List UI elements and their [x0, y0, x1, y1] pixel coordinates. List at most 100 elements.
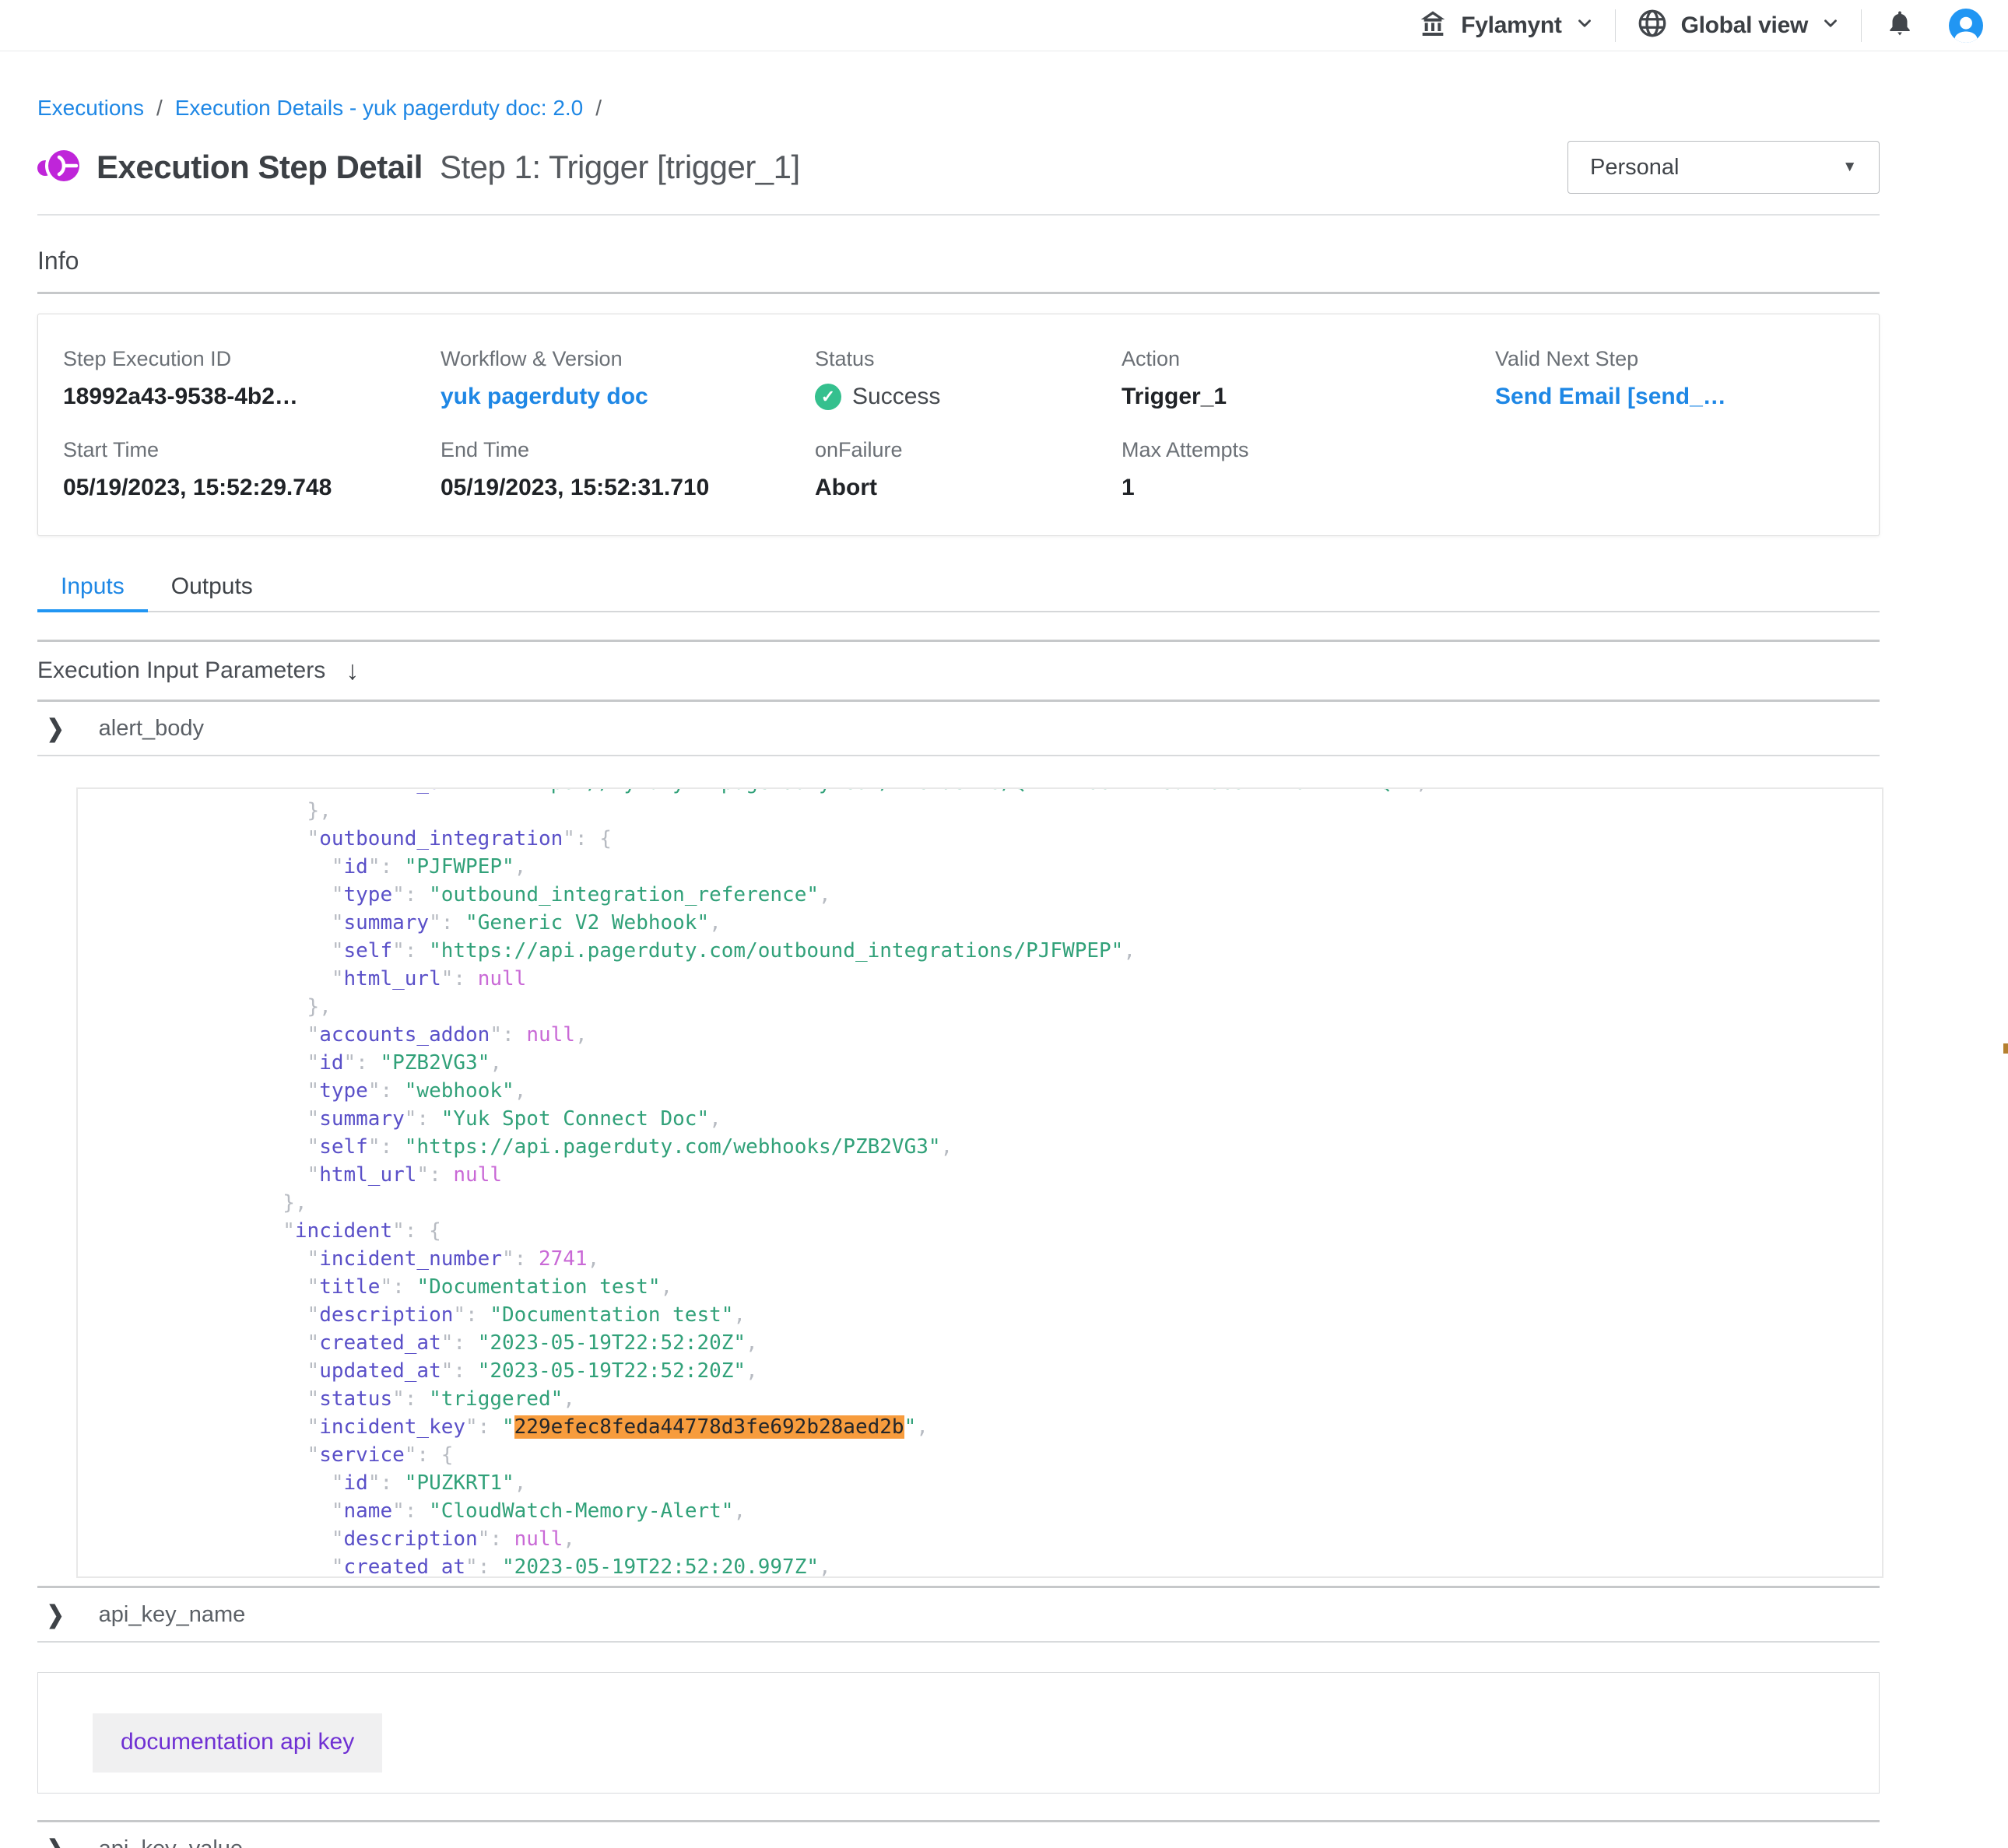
page-body: Executions / Execution Details - yuk pag… [0, 95, 2008, 1848]
workflow-brand-icon [37, 148, 81, 187]
code-line: "id": "PUZKRT1", [185, 1469, 1882, 1497]
code-line: "summary": "Yuk Spot Connect Doc", [185, 1105, 1882, 1133]
chevron-right-icon: ❯ [47, 1835, 65, 1848]
page-title: Execution Step Detail [97, 149, 423, 186]
info-card: Step Execution ID 18992a43-9538-4b2…Workf… [37, 314, 1880, 536]
param-name: alert_body [99, 716, 204, 742]
chevron-right-icon: ❯ [47, 714, 65, 742]
param-row-api-key-value[interactable]: ❯ api_key_value [37, 1822, 1880, 1848]
info-field: ActionTrigger_1 [1122, 347, 1495, 410]
field-value: 18992a43-9538-4b2… [63, 384, 441, 410]
breadcrumb-link-execution-details[interactable]: Execution Details - yuk pagerduty doc: 2… [175, 95, 584, 121]
code-line: "created_at": "2023-05-19T22:52:20.997Z"… [185, 1553, 1882, 1578]
code-line: "title": "Documentation test", [185, 1273, 1882, 1301]
code-line: "summary": "Generic V2 Webhook", [185, 909, 1882, 937]
breadcrumb: Executions / Execution Details - yuk pag… [37, 95, 1880, 121]
info-heading: Info [37, 245, 1880, 276]
tab-bar: InputsOutputs [37, 573, 1880, 612]
info-field: Status ✓Success [815, 347, 1122, 410]
view-label: Global view [1681, 12, 1808, 39]
divider [37, 214, 1880, 216]
info-field: End Time05/19/2023, 15:52:31.710 [441, 438, 815, 501]
field-value-link[interactable]: yuk pagerduty doc [441, 384, 815, 410]
tab-inputs[interactable]: Inputs [37, 573, 148, 611]
chevron-right-icon: ❯ [47, 1601, 65, 1629]
caret-down-icon: ▼ [1842, 159, 1857, 176]
chevron-down-icon [1820, 13, 1841, 37]
field-value-link[interactable]: Send Email [send_… [1495, 384, 1855, 410]
info-field: Workflow & Version yuk pagerduty doc [441, 347, 815, 410]
code-line: "html_url": null [185, 1161, 1882, 1189]
code-line: "description": null, [185, 1525, 1882, 1553]
divider [37, 755, 1880, 756]
code-content: "html_url": "https://fylamynt.pagerduty.… [78, 787, 1882, 1578]
code-line: }, [185, 1189, 1882, 1217]
bell-icon [1885, 8, 1915, 43]
code-line: "incident": { [185, 1217, 1882, 1245]
breadcrumb-separator: / [595, 95, 602, 121]
field-label: Step Execution ID [63, 347, 441, 371]
code-line: "type": "webhook", [185, 1077, 1882, 1105]
info-field: Max Attempts 1 [1122, 438, 1495, 501]
param-name: api_key_name [99, 1602, 246, 1628]
field-value: 05/19/2023, 15:52:29.748 [63, 475, 441, 501]
top-bar: Fylamynt Global view [0, 0, 2008, 51]
info-field: Start Time 05/19/2023, 15:52:29.748 [63, 438, 441, 501]
code-line: "html_url": "https://fylamynt.pagerduty.… [185, 787, 1882, 797]
user-avatar[interactable] [1949, 9, 1983, 43]
field-value: ✓Success [815, 384, 1122, 410]
api-key-name-value-box: documentation api key [37, 1672, 1880, 1794]
code-line: "self": "https://api.pagerduty.com/webho… [185, 1133, 1882, 1161]
param-name: api_key_value [99, 1836, 243, 1848]
code-line: "self": "https://api.pagerduty.com/outbo… [185, 937, 1882, 965]
alert-body-json-viewer[interactable]: "html_url": "https://fylamynt.pagerduty.… [76, 787, 1883, 1578]
params-header-title: Execution Input Parameters [37, 657, 325, 684]
code-line: "service": { [185, 1441, 1882, 1469]
breadcrumb-link-executions[interactable]: Executions [37, 95, 144, 121]
field-label: Workflow & Version [441, 347, 815, 371]
field-label: Status [815, 347, 1122, 371]
code-line: "incident_number": 2741, [185, 1245, 1882, 1273]
code-line: "type": "outbound_integration_reference"… [185, 881, 1882, 909]
search-highlight: 229efec8feda44778d3fe692b28aed2b [514, 1415, 904, 1439]
api-key-name-chip: documentation api key [93, 1713, 382, 1773]
code-line: "description": "Documentation test", [185, 1301, 1882, 1329]
divider [37, 292, 1880, 294]
download-arrow-icon[interactable]: ↓ [346, 656, 359, 686]
code-line: }, [185, 993, 1882, 1021]
divider [37, 1641, 1880, 1643]
param-row-api-key-name[interactable]: ❯ api_key_name [37, 1588, 1880, 1641]
code-line: "updated_at": "2023-05-19T22:52:20Z", [185, 1357, 1882, 1385]
execution-input-parameters-header: Execution Input Parameters ↓ [37, 642, 1880, 700]
code-line: "outbound_integration": { [185, 825, 1882, 853]
field-label: Valid Next Step [1495, 347, 1855, 371]
field-value: 1 [1122, 475, 1495, 501]
field-label: Max Attempts [1122, 438, 1495, 462]
code-line: "accounts_addon": null, [185, 1021, 1882, 1049]
scope-select[interactable]: Personal ▼ [1567, 141, 1880, 194]
field-label: Action [1122, 347, 1495, 371]
view-switcher[interactable]: Global view [1616, 7, 1861, 44]
tab-outputs[interactable]: Outputs [148, 573, 276, 611]
code-line: "html_url": null [185, 965, 1882, 993]
title-row: Execution Step Detail Step 1: Trigger [t… [37, 140, 1880, 195]
code-line: "status": "triggered", [185, 1385, 1882, 1413]
code-line: "name": "CloudWatch-Memory-Alert", [185, 1497, 1882, 1525]
code-line: }, [185, 797, 1882, 825]
code-line: "created_at": "2023-05-19T22:52:20Z", [185, 1329, 1882, 1357]
info-field: Valid Next Step Send Email [send_… [1495, 347, 1855, 410]
page-subtitle: Step 1: Trigger [trigger_1] [440, 149, 800, 186]
scrollbar-search-match-marker [2003, 1043, 2008, 1054]
bank-icon [1417, 8, 1448, 43]
org-switcher[interactable]: Fylamynt [1397, 8, 1614, 43]
field-label: onFailure [815, 438, 1122, 462]
notifications-button[interactable] [1862, 8, 1938, 43]
breadcrumb-separator: / [156, 95, 163, 121]
check-circle-icon: ✓ [815, 384, 841, 410]
field-value: Abort [815, 475, 1122, 501]
info-field: Step Execution ID 18992a43-9538-4b2… [63, 347, 441, 410]
field-label: Start Time [63, 438, 441, 462]
chevron-down-icon [1574, 13, 1595, 37]
param-row-alert-body[interactable]: ❯ alert_body [37, 702, 1880, 755]
info-field: onFailure Abort [815, 438, 1122, 501]
